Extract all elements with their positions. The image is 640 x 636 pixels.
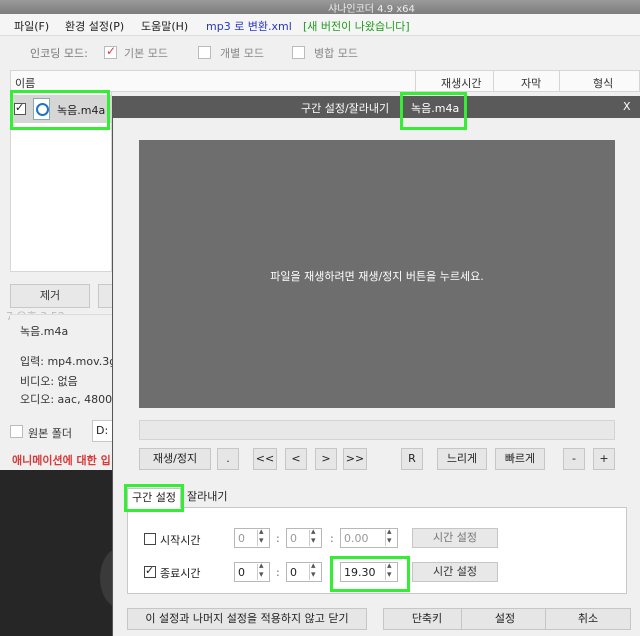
file-name: 녹음.m4a bbox=[57, 104, 106, 117]
end-seconds-value: 19.30 bbox=[344, 566, 376, 579]
frame-dot-button[interactable]: . bbox=[217, 448, 239, 470]
basic-mode-checkbox[interactable] bbox=[104, 44, 117, 59]
end-hours-spinner[interactable]: 0 bbox=[234, 561, 270, 582]
menu-preferences[interactable]: 환경 설정(P) bbox=[65, 18, 124, 34]
video-player[interactable]: 파일을 재생하려면 재생/정지 버튼을 누르세요. bbox=[139, 140, 615, 408]
play-stop-button[interactable]: 재생/정지 bbox=[139, 448, 211, 470]
set-button[interactable]: 설정 bbox=[461, 608, 549, 630]
file-info-panel: 녹음.m4a 입력: mp4.mov.3gp 비디오: 없음 오디오: aac,… bbox=[10, 314, 123, 414]
merge-mode-label: 병합 모드 bbox=[314, 47, 358, 60]
close-icon[interactable]: X bbox=[623, 100, 631, 113]
encoding-mode-label: 인코딩 모드: bbox=[30, 47, 88, 60]
start-hours-value: 0 bbox=[238, 532, 245, 545]
main-titlebar: 샤나인코더 4.9 x64 bbox=[0, 0, 640, 15]
close-without-apply-button[interactable]: 이 설정과 나머지 설정을 적용하지 않고 닫기 bbox=[127, 608, 367, 630]
file-list: 녹음.m4a bbox=[10, 92, 112, 272]
end-hours-value: 0 bbox=[238, 566, 245, 579]
time-separator: : bbox=[276, 566, 280, 579]
column-format[interactable]: 형식 bbox=[593, 75, 613, 91]
original-folder-checkbox[interactable] bbox=[10, 425, 23, 438]
start-seconds-value: 0.00 bbox=[344, 532, 369, 545]
start-hours-spinner[interactable]: 0 bbox=[234, 527, 270, 548]
column-divider bbox=[559, 71, 560, 91]
spinner-arrows-icon[interactable] bbox=[309, 527, 320, 546]
rewind-fast-button[interactable]: << bbox=[253, 448, 277, 470]
file-list-header: 이름 재생시간 자막 형식 bbox=[10, 70, 640, 92]
menu-bar: 파일(F) 환경 설정(P) 도움말(H) mp3 로 변환.xml [새 버전… bbox=[0, 14, 640, 36]
spinner-arrows-icon[interactable] bbox=[257, 561, 268, 580]
faster-button[interactable]: 빠르게 bbox=[495, 448, 545, 470]
menu-help[interactable]: 도움말(H) bbox=[141, 18, 188, 34]
column-divider bbox=[415, 71, 416, 91]
file-row[interactable]: 녹음.m4a bbox=[11, 95, 111, 123]
end-time-label: 종료시간 bbox=[160, 567, 201, 580]
spinner-arrows-icon[interactable] bbox=[385, 561, 396, 580]
audio-file-icon bbox=[33, 98, 50, 120]
column-duration[interactable]: 재생시간 bbox=[441, 75, 481, 91]
menu-preset-file[interactable]: mp3 로 변환.xml bbox=[206, 18, 292, 34]
trim-dialog: 구간 설정/잘라내기 녹음.m4a X 파일을 재생하려면 재생/정지 버튼을 … bbox=[112, 96, 640, 636]
time-separator: : bbox=[330, 532, 334, 545]
info-filename: 녹음.m4a bbox=[20, 325, 69, 338]
step-back-button[interactable]: < bbox=[285, 448, 307, 470]
column-subtitle[interactable]: 자막 bbox=[521, 75, 541, 91]
merge-mode-checkbox[interactable] bbox=[292, 46, 305, 59]
remove-button[interactable]: 제거 bbox=[10, 284, 90, 308]
slower-button[interactable]: 느리게 bbox=[437, 448, 487, 470]
end-minutes-spinner[interactable]: 0 bbox=[286, 561, 322, 582]
start-time-set-button[interactable]: 시간 설정 bbox=[412, 528, 498, 548]
menu-file[interactable]: 파일(F) bbox=[14, 18, 49, 34]
info-audio: 오디오: aac, 48000 bbox=[20, 393, 120, 406]
start-minutes-value: 0 bbox=[290, 532, 297, 545]
end-time-checkbox[interactable] bbox=[144, 564, 156, 578]
preview-area bbox=[0, 470, 114, 636]
start-time-label: 시작시간 bbox=[160, 534, 201, 547]
start-seconds-spinner[interactable]: 0.00 bbox=[340, 527, 398, 548]
basic-mode-label: 기본 모드 bbox=[124, 47, 168, 60]
output-path-field[interactable]: D: bbox=[92, 420, 114, 442]
original-folder-label: 원본 폴더 bbox=[28, 427, 72, 440]
individual-mode-label: 개별 모드 bbox=[220, 47, 264, 60]
cancel-button[interactable]: 취소 bbox=[545, 608, 631, 630]
start-time-checkbox[interactable] bbox=[144, 533, 156, 545]
end-minutes-value: 0 bbox=[290, 566, 297, 579]
volume-up-button[interactable]: + bbox=[593, 448, 615, 470]
repeat-button[interactable]: R bbox=[401, 448, 423, 470]
player-message: 파일을 재생하려면 재생/정지 버튼을 누르세요. bbox=[270, 270, 484, 283]
volume-down-button[interactable]: - bbox=[563, 448, 585, 470]
dialog-titlebar[interactable]: 구간 설정/잘라내기 녹음.m4a X bbox=[113, 96, 640, 118]
step-forward-button[interactable]: > bbox=[315, 448, 337, 470]
encoding-mode-bar: 인코딩 모드: 기본 모드 개별 모드 병합 모드 bbox=[0, 36, 640, 68]
animation-notice[interactable]: 애니메이션에 대한 입 bbox=[12, 452, 111, 468]
spinner-arrows-icon[interactable] bbox=[385, 527, 396, 546]
column-name[interactable]: 이름 bbox=[15, 75, 35, 91]
time-separator: : bbox=[330, 566, 334, 579]
file-checkbox[interactable] bbox=[14, 101, 26, 115]
dialog-filename: 녹음.m4a bbox=[411, 102, 460, 115]
time-separator: : bbox=[276, 532, 280, 545]
info-input: 입력: mp4.mov.3gp bbox=[20, 355, 124, 368]
menu-new-version[interactable]: [새 버전이 나왔습니다] bbox=[303, 18, 410, 34]
start-minutes-spinner[interactable]: 0 bbox=[286, 527, 322, 548]
app-title: 샤나인코더 4.9 x64 bbox=[328, 4, 415, 15]
column-divider bbox=[493, 71, 494, 91]
tab-section-setting[interactable]: 구간 설정 bbox=[127, 488, 181, 509]
seek-bar[interactable] bbox=[139, 420, 615, 440]
end-seconds-spinner[interactable]: 19.30 bbox=[340, 561, 398, 582]
spinner-arrows-icon[interactable] bbox=[309, 561, 320, 580]
end-time-set-button[interactable]: 시간 설정 bbox=[412, 562, 498, 582]
section-setting-panel: 시작시간 0 : 0 : 0.00 시간 설정 종료시간 0 : 0 : 19.… bbox=[127, 508, 627, 594]
tab-cut[interactable]: 잘라내기 bbox=[183, 488, 231, 508]
forward-fast-button[interactable]: >> bbox=[343, 448, 367, 470]
spinner-arrows-icon[interactable] bbox=[257, 527, 268, 546]
shortcut-button[interactable]: 단축키 bbox=[383, 608, 471, 630]
individual-mode-checkbox[interactable] bbox=[198, 46, 211, 59]
dialog-title: 구간 설정/잘라내기 bbox=[301, 102, 390, 115]
info-video: 비디오: 없음 bbox=[20, 375, 78, 388]
